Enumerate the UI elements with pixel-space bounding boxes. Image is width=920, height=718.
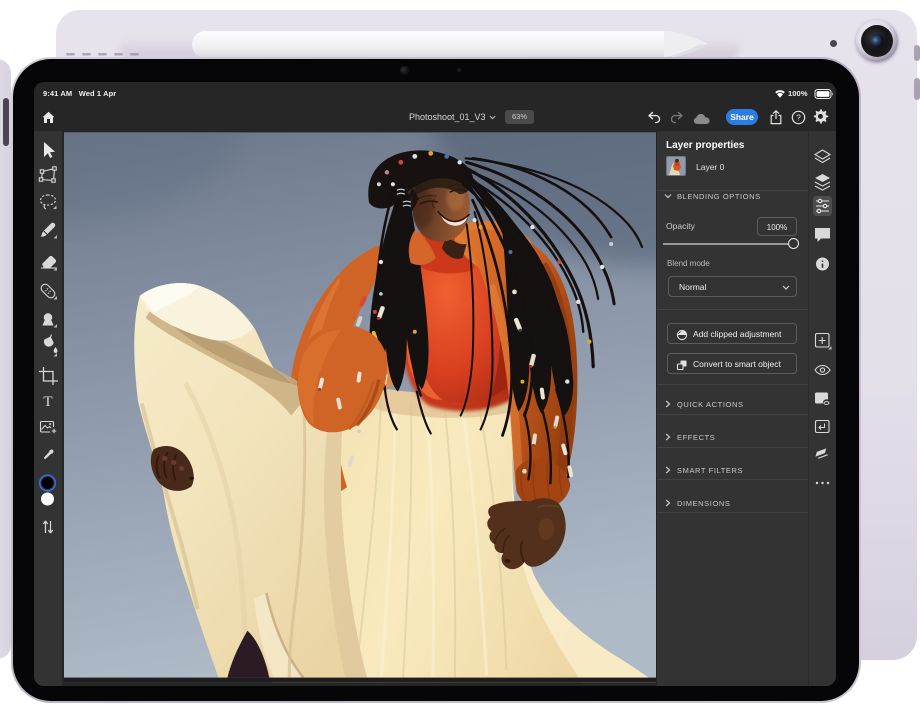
- svg-text:T: T: [43, 394, 52, 410]
- svg-text:?: ?: [796, 112, 801, 122]
